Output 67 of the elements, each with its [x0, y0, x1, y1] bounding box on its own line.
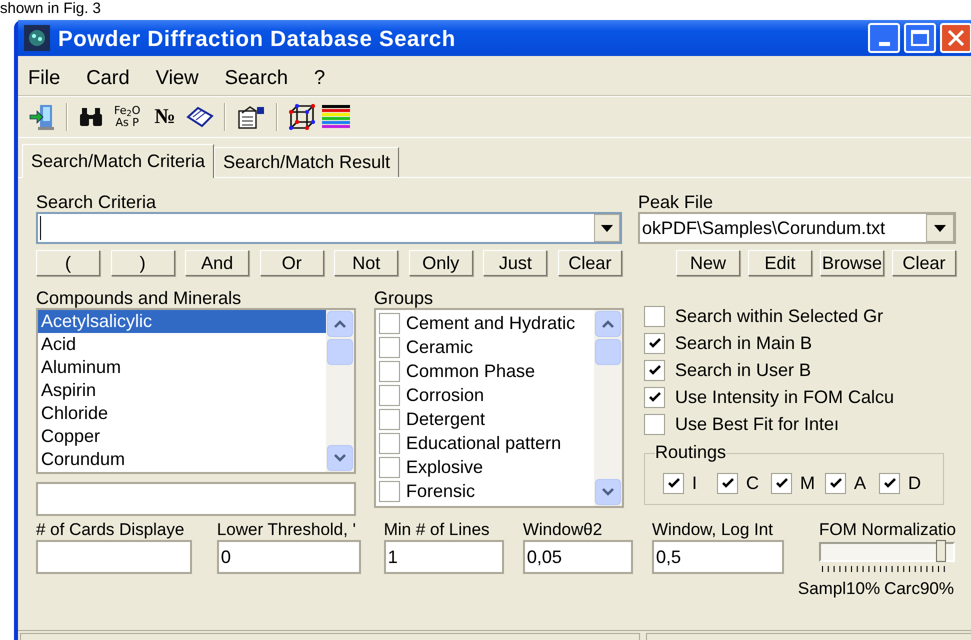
list-label: Groups [374, 288, 434, 308]
peak-file-value: okPDF\Samples\Corundum.txt [641, 216, 886, 240]
option-label: Search in Main B [675, 332, 812, 355]
list-item[interactable]: Copper [38, 425, 326, 448]
number-input[interactable]: 0 [216, 540, 361, 574]
push-button[interactable]: Just [483, 250, 548, 276]
group-label: Cement and Hydratic [406, 312, 576, 335]
list-item[interactable]: Aluminum [38, 356, 326, 379]
push-button[interactable]: Edit [748, 250, 812, 276]
push-button[interactable]: Or [260, 250, 324, 276]
field-label: Lower Threshold, ' [216, 520, 357, 540]
routing-label: D [908, 472, 921, 494]
menu-item[interactable]: Search [224, 62, 288, 92]
routing-label: I [692, 472, 698, 494]
formula-button[interactable]: Fe$_{2}$O As P [110, 105, 144, 129]
number-button[interactable]: № [150, 101, 180, 133]
slider-min-label: Sampl10% [798, 578, 880, 600]
peak-file-combo[interactable]: okPDF\Samples\Corundum.txt [638, 212, 956, 244]
push-button[interactable]: Clear [558, 250, 622, 276]
field-label: # of Cards Displaye [36, 520, 186, 540]
routing-label: C [746, 472, 759, 494]
number-input[interactable]: 0,05 [522, 540, 633, 574]
option-label: Use Best Fit for Inteı [675, 413, 840, 436]
group-label: Forensic [406, 480, 476, 502]
field-label: Peak File [638, 192, 714, 212]
group-title: Routings [655, 442, 726, 462]
option-label: Use Intensity in FOM Calcu [675, 386, 894, 409]
field-label: Window, Log Int [652, 520, 774, 540]
menu-item[interactable]: View [156, 62, 199, 92]
group-label: Corrosion [406, 384, 484, 406]
list-item[interactable]: Corundum [38, 448, 326, 471]
list-label: Compounds and Minerals [36, 288, 242, 308]
slider-max-label: Carc90% [884, 578, 954, 600]
menu-item[interactable]: Card [86, 62, 130, 92]
push-button[interactable]: ( [36, 250, 100, 276]
field-label: Min # of Lines [384, 520, 491, 540]
list-item[interactable]: Acid [38, 333, 326, 356]
field-label: Search Criteria [36, 192, 158, 212]
push-button[interactable]: New [676, 250, 740, 276]
number-input[interactable]: 0,5 [652, 540, 784, 574]
group-label: Detergent [406, 408, 486, 431]
option-label: Search within Selected Gr [675, 305, 884, 328]
tab[interactable]: Search/Match Criteria [22, 144, 214, 178]
tab[interactable]: Search/Match Result [214, 147, 400, 177]
menu-item[interactable]: ? [314, 62, 326, 92]
group-label: Educational pattern [406, 432, 562, 455]
option-label: Search in User B [675, 359, 812, 382]
push-button[interactable]: Browse [820, 250, 884, 276]
group-label: Common Phase [406, 360, 536, 382]
push-button[interactable]: ) [110, 250, 175, 276]
push-button[interactable]: Clear [892, 250, 956, 276]
menu-item[interactable]: File [28, 62, 60, 92]
list-item[interactable]: Acetylsalicylic [38, 310, 326, 333]
list-item[interactable]: Chloride [38, 402, 326, 425]
window-title: Powder Diffraction Database Search [58, 24, 456, 52]
routing-label: A [854, 472, 866, 494]
number-input[interactable]: 1 [384, 540, 504, 574]
routing-label: M [800, 472, 815, 494]
group-label: Ceramic [406, 336, 474, 358]
field-label: Windowθ2 [522, 520, 604, 540]
push-button[interactable]: And [185, 250, 250, 276]
push-button[interactable]: Only [408, 250, 473, 276]
caption-text: shown in Fig. 3 [0, 0, 101, 18]
list-item[interactable]: Aspirin [38, 379, 326, 402]
push-button[interactable]: Not [334, 250, 398, 276]
field-label: FOM Normalizatio [819, 520, 956, 540]
group-label: Explosive [406, 456, 484, 479]
